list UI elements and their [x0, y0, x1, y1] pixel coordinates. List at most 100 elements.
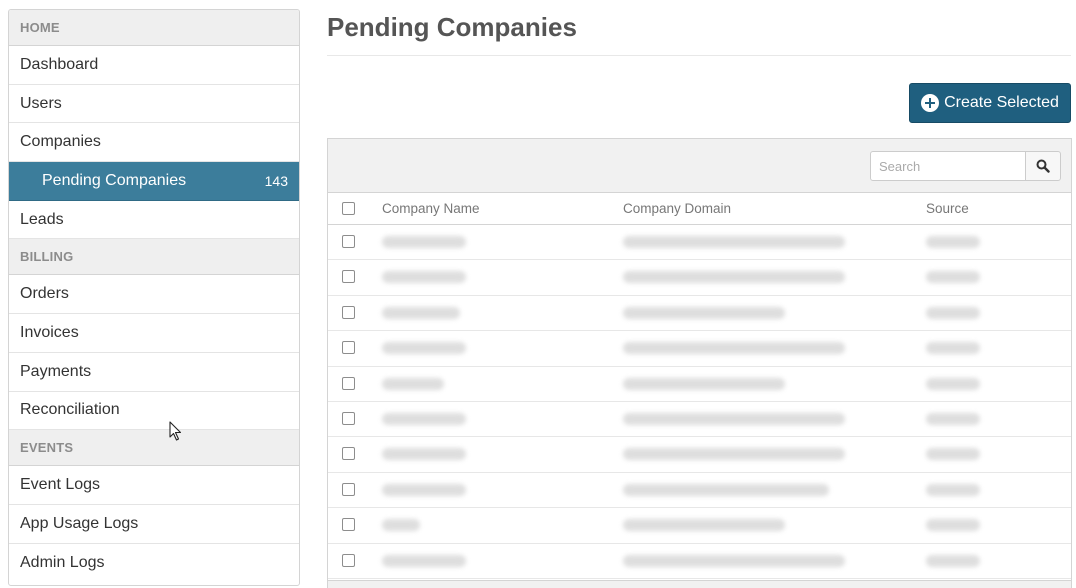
row-right-blank: [989, 437, 1071, 472]
sidebar-item-users[interactable]: Users: [9, 85, 299, 124]
sidebar-nav: HOME Dashboard Users Companies Pending C…: [8, 9, 300, 586]
sidebar-item-label: App Usage Logs: [20, 514, 139, 532]
table-row[interactable]: [328, 401, 1071, 438]
create-selected-button[interactable]: Create Selected: [909, 83, 1071, 123]
pending-count-badge: 143: [264, 172, 288, 189]
sidebar-item-label: Invoices: [20, 323, 79, 341]
search-button[interactable]: [1025, 151, 1061, 181]
table-row[interactable]: [328, 331, 1071, 367]
redacted-source: [926, 271, 980, 284]
title-divider: [327, 55, 1071, 56]
row-checkbox[interactable]: [342, 447, 355, 461]
row-right-blank: [989, 543, 1071, 578]
row-right-blank: [989, 331, 1071, 366]
redacted-company-name: [382, 412, 466, 425]
plus-circle-icon: [921, 94, 940, 112]
sidebar-item-invoices[interactable]: Invoices: [9, 314, 299, 353]
redacted-source: [926, 236, 980, 248]
table-body: [328, 225, 1071, 579]
sidebar-item-leads[interactable]: Leads: [9, 201, 299, 240]
row-right-blank: [989, 295, 1071, 331]
sidebar-item-dashboard[interactable]: Dashboard: [9, 46, 299, 85]
table-footer: [328, 580, 1071, 588]
sidebar-item-label: Payments: [20, 362, 92, 380]
sidebar-item-reconciliation[interactable]: Reconciliation: [9, 392, 299, 431]
column-header-company-domain[interactable]: Company Domain: [623, 201, 731, 216]
redacted-source: [926, 377, 980, 390]
sidebar-item-label: Leads: [20, 210, 64, 228]
search-input[interactable]: [870, 151, 1026, 181]
sidebar-item-app-usage-logs[interactable]: App Usage Logs: [9, 505, 299, 544]
sidebar-item-payments[interactable]: Payments: [9, 353, 299, 392]
redacted-company-name: [382, 519, 420, 532]
sidebar-item-label: Reconciliation: [20, 401, 120, 419]
row-checkbox[interactable]: [342, 411, 355, 425]
sidebar-item-orders[interactable]: Orders: [9, 275, 299, 315]
redacted-company-domain: [623, 306, 785, 319]
redacted-company-name: [382, 448, 466, 461]
redacted-source: [926, 342, 980, 355]
redacted-company-domain: [623, 483, 829, 496]
sidebar-item-pending-companies[interactable]: Pending Companies 143: [9, 162, 299, 201]
table-header: Company Name Company Domain Source: [328, 193, 1071, 225]
mouse-cursor-icon: [169, 421, 182, 441]
redacted-company-domain: [623, 377, 785, 390]
sidebar-item-event-logs[interactable]: Event Logs: [9, 466, 299, 505]
redacted-company-domain: [623, 412, 845, 425]
sidebar-item-label: Companies: [20, 133, 101, 151]
row-checkbox[interactable]: [342, 235, 355, 248]
column-header-company-name[interactable]: Company Name: [382, 201, 480, 216]
sidebar-item-companies[interactable]: Companies: [9, 123, 299, 163]
redacted-company-domain: [623, 519, 785, 532]
table-row[interactable]: [328, 225, 1071, 261]
table-row[interactable]: [328, 437, 1071, 473]
redacted-company-name: [382, 554, 466, 567]
table-row[interactable]: [328, 366, 1071, 402]
row-right-blank: [989, 508, 1071, 543]
row-checkbox[interactable]: [342, 376, 355, 390]
sidebar-item-label: Dashboard: [20, 55, 99, 73]
select-all-checkbox[interactable]: [342, 202, 355, 215]
row-right-blank: [989, 472, 1071, 508]
row-checkbox[interactable]: [342, 553, 355, 567]
redacted-company-domain: [623, 271, 845, 284]
section-events-header: EVENTS: [9, 430, 299, 467]
redacted-company-domain: [623, 236, 845, 248]
redacted-company-domain: [623, 448, 845, 461]
redacted-source: [926, 306, 980, 319]
redacted-company-domain: [623, 554, 845, 567]
sidebar-item-admin-logs[interactable]: Admin Logs: [9, 544, 299, 583]
redacted-source: [926, 554, 980, 567]
table-row[interactable]: [328, 295, 1071, 332]
row-right-blank: [989, 366, 1071, 401]
search-icon: [1036, 159, 1050, 173]
row-checkbox[interactable]: [342, 305, 355, 319]
table-toolbar: [328, 139, 1071, 193]
row-right-blank: [989, 225, 1071, 260]
row-checkbox[interactable]: [342, 270, 355, 284]
sidebar-item-label: Event Logs: [20, 476, 101, 494]
pending-companies-table: Company Name Company Domain Source: [327, 138, 1072, 588]
redacted-company-domain: [623, 342, 845, 355]
table-row[interactable]: [328, 260, 1071, 296]
row-checkbox[interactable]: [342, 482, 355, 496]
row-checkbox[interactable]: [342, 518, 355, 532]
redacted-company-name: [382, 306, 460, 319]
table-row[interactable]: [328, 508, 1071, 544]
sidebar-item-label: Admin Logs: [20, 553, 105, 571]
column-header-source[interactable]: Source: [926, 201, 969, 216]
row-right-blank: [989, 401, 1071, 437]
redacted-company-name: [382, 236, 466, 248]
create-selected-label: Create Selected: [944, 94, 1059, 111]
redacted-source: [926, 483, 980, 496]
redacted-company-name: [382, 483, 466, 496]
redacted-company-name: [382, 342, 466, 355]
table-row[interactable]: [328, 543, 1071, 579]
sidebar-item-label: Users: [20, 94, 62, 112]
row-right-blank: [989, 260, 1071, 295]
redacted-company-name: [382, 271, 466, 284]
redacted-company-name: [382, 377, 444, 390]
table-row[interactable]: [328, 472, 1071, 509]
row-checkbox[interactable]: [342, 341, 355, 355]
redacted-source: [926, 412, 980, 425]
